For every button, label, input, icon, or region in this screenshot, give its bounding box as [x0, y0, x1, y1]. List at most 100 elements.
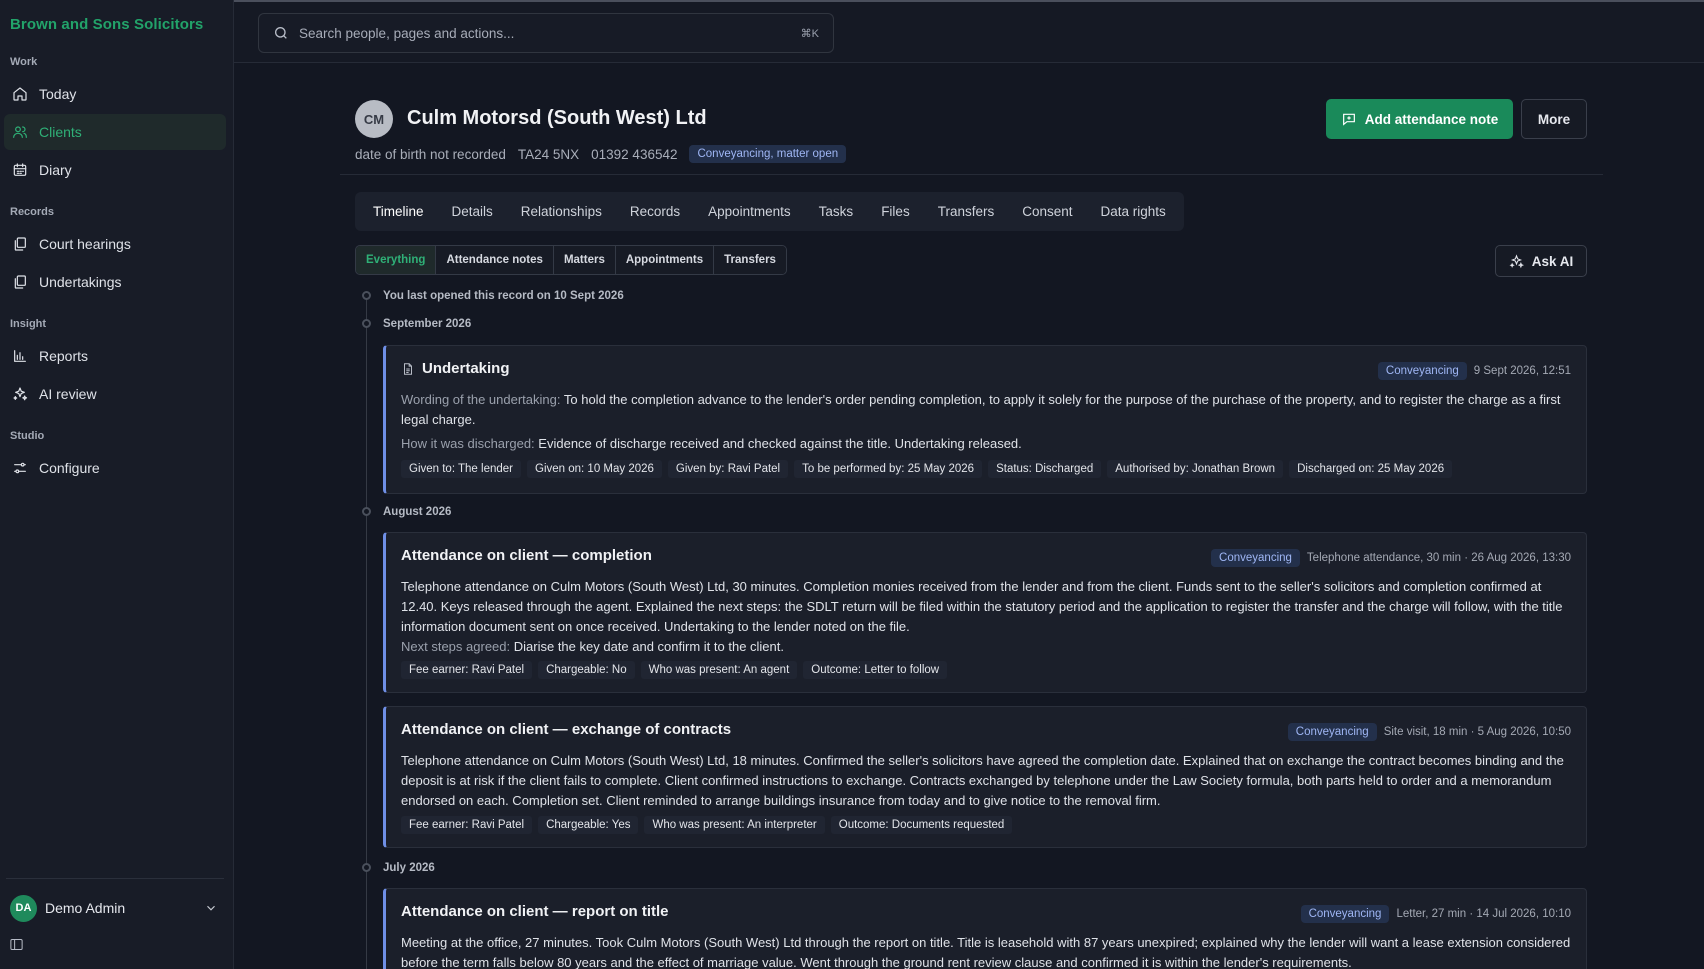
chevron-down-icon[interactable] — [204, 901, 218, 915]
main-content: CM Culm Motorsd (South West) Ltd date of… — [234, 63, 1704, 969]
search-input[interactable]: Search people, pages and actions... ⌘K — [258, 13, 834, 53]
tab-timeline[interactable]: Timeline — [359, 196, 438, 227]
chip-fee-earner: Fee earner: Ravi Patel — [401, 661, 533, 679]
next-steps-label: Next steps agreed: — [401, 639, 511, 654]
topbar: Search people, pages and actions... ⌘K — [234, 0, 1704, 63]
copy-icon — [11, 274, 28, 291]
add-attendance-note-button[interactable]: Add attendance note — [1326, 99, 1513, 139]
chip-outcome: Outcome: Documents requested — [830, 816, 1013, 834]
chip-status: Status: Discharged — [988, 460, 1102, 478]
card-body-text: Meeting at the office, 27 minutes. Took … — [401, 935, 1571, 969]
more-button[interactable]: More — [1521, 99, 1587, 139]
wording-text: To hold the completion advance to the le… — [401, 392, 1561, 427]
user-menu[interactable]: DA Demo Admin — [10, 893, 218, 923]
filter-matters[interactable]: Matters — [553, 246, 616, 274]
month-label: August 2026 — [383, 506, 452, 518]
chip-given-on: Given on: 10 May 2026 — [527, 460, 662, 478]
sidebar-item-label: Reports — [39, 348, 89, 364]
ask-ai-button[interactable]: Ask AI — [1495, 245, 1587, 277]
card-timestamp: Letter, 27 min · 14 Jul 2026, 10:10 — [1396, 908, 1571, 920]
sidebar-item-reports[interactable]: Reports — [4, 338, 226, 374]
chip-chargeable: Chargeable: Yes — [538, 816, 639, 834]
card-meta: Conveyancing Letter, 27 min · 14 Jul 202… — [1300, 905, 1571, 923]
sidebar-item-label: Court hearings — [39, 236, 131, 252]
sidebar-item-court-hearings[interactable]: Court hearings — [4, 226, 226, 262]
bar-chart-icon — [11, 348, 28, 365]
tab-data-rights[interactable]: Data rights — [1087, 196, 1180, 227]
home-icon — [11, 86, 28, 103]
card-title: Attendance on client — report on title — [401, 903, 669, 920]
sidebar-item-label: Diary — [39, 162, 72, 178]
client-dob: date of birth not recorded — [355, 146, 506, 162]
timeline-dot — [362, 863, 371, 872]
card-title: Undertaking — [401, 360, 510, 377]
sidebar-item-ai-review[interactable]: AI review — [4, 376, 226, 412]
discharge-text: Evidence of discharge received and check… — [538, 436, 1022, 451]
sidebar-item-configure[interactable]: Configure — [4, 450, 226, 486]
sidebar-toggle-icon[interactable] — [9, 937, 25, 953]
tab-transfers[interactable]: Transfers — [924, 196, 1009, 227]
tab-files[interactable]: Files — [867, 196, 924, 227]
tab-relationships[interactable]: Relationships — [507, 196, 616, 227]
sidebar-item-undertakings[interactable]: Undertakings — [4, 264, 226, 300]
brand-name[interactable]: Brown and Sons Solicitors — [10, 16, 203, 33]
search-placeholder: Search people, pages and actions... — [299, 25, 515, 41]
ask-ai-label: Ask AI — [1531, 253, 1574, 269]
next-steps-text: Diarise the key date and confirm it to t… — [513, 639, 784, 654]
tab-tasks[interactable]: Tasks — [805, 196, 868, 227]
section-label-insight: Insight — [10, 318, 47, 330]
matter-badge: Conveyancing — [1211, 549, 1300, 567]
timeline-card-exchange[interactable]: Attendance on client — exchange of contr… — [383, 706, 1587, 848]
filter-attendance-notes[interactable]: Attendance notes — [436, 246, 554, 274]
timeline-filter-group: Everything Attendance notes Matters Appo… — [355, 245, 787, 275]
sidebar-item-clients[interactable]: Clients — [4, 114, 226, 150]
chip-who-present: Who was present: An agent — [640, 661, 798, 679]
client-phone[interactable]: 01392 436542 — [591, 147, 677, 162]
client-postcode: TA24 5NX — [517, 146, 580, 162]
filter-everything[interactable]: Everything — [356, 246, 437, 274]
timeline-card-completion[interactable]: Attendance on client — completion Convey… — [383, 532, 1587, 693]
card-chips: Given to: The lender Given on: 10 May 20… — [401, 460, 1453, 478]
timeline-card-report-on-title[interactable]: Attendance on client — report on title C… — [383, 888, 1587, 969]
filter-appointments[interactable]: Appointments — [615, 246, 715, 274]
sidebar-item-label: Undertakings — [39, 274, 122, 290]
undertaking-discharge: How it was discharged: Evidence of disch… — [401, 434, 1571, 454]
page-title: Culm Motorsd (South West) Ltd — [407, 107, 707, 129]
timeline-dot — [362, 291, 371, 300]
sidebar-item-diary[interactable]: Diary — [4, 152, 226, 188]
status-badge: Conveyancing, matter open — [689, 145, 847, 163]
section-label-records: Records — [10, 206, 55, 218]
card-chips: Fee earner: Ravi Patel Chargeable: No Wh… — [401, 661, 948, 679]
tab-details[interactable]: Details — [438, 196, 507, 227]
card-title-text: Undertaking — [422, 360, 510, 377]
section-label-work: Work — [10, 56, 38, 68]
header-divider — [340, 174, 1603, 175]
message-plus-icon — [1341, 111, 1357, 127]
sidebar-divider — [6, 878, 224, 879]
tab-consent[interactable]: Consent — [1008, 196, 1086, 227]
client-avatar: CM — [355, 100, 393, 138]
client-meta: date of birth not recorded TA24 5NX 0139… — [355, 145, 847, 163]
add-attendance-note-label: Add attendance note — [1364, 111, 1499, 127]
card-timestamp: Telephone attendance, 30 min · 26 Aug 20… — [1306, 552, 1571, 564]
sidebar-item-label: Today — [39, 86, 77, 102]
sidebar-item-today[interactable]: Today — [4, 76, 226, 112]
sidebar: Brown and Sons Solicitors Work Today Cli… — [0, 0, 234, 969]
timeline-card-undertaking[interactable]: Undertaking Conveyancing 9 Sept 2026, 12… — [383, 345, 1587, 494]
sparkles-icon — [11, 386, 28, 403]
chip-who-present: Who was present: An interpreter — [644, 816, 825, 834]
tab-records[interactable]: Records — [616, 196, 694, 227]
card-meta: Conveyancing 9 Sept 2026, 12:51 — [1377, 362, 1571, 380]
calendar-icon — [11, 162, 28, 179]
card-body-text: Telephone attendance on Culm Motors (Sou… — [401, 579, 1563, 634]
document-icon — [401, 362, 415, 376]
chip-given-by: Given by: Ravi Patel — [667, 460, 789, 478]
filter-transfers[interactable]: Transfers — [714, 246, 786, 274]
sliders-icon — [11, 460, 28, 477]
month-label: September 2026 — [383, 318, 472, 330]
chip-authorised-by: Authorised by: Jonathan Brown — [1107, 460, 1284, 478]
tab-appointments[interactable]: Appointments — [694, 196, 805, 227]
undertaking-wording: Wording of the undertaking: To hold the … — [401, 390, 1571, 430]
user-name: Demo Admin — [45, 900, 126, 916]
discharge-label: How it was discharged: — [401, 436, 535, 451]
